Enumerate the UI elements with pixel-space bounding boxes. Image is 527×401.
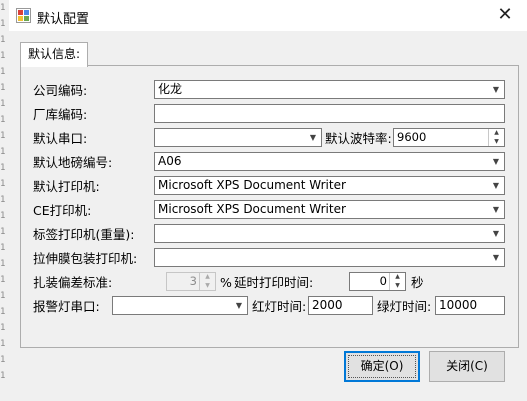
alarm-port-label: 报警灯串口: [33, 299, 100, 314]
gutter-line: 1 [0, 19, 6, 29]
chevron-down-icon[interactable]: ▼ [491, 201, 501, 218]
gutter-line: 1 [0, 275, 6, 285]
chevron-down-icon[interactable]: ▼ [491, 225, 501, 242]
ce-printer-value: Microsoft XPS Document Writer [158, 202, 346, 216]
ce-printer-combo[interactable]: Microsoft XPS Document Writer ▼ [154, 200, 505, 219]
print-delay-spin-buttons[interactable]: ▲ ▼ [389, 273, 405, 290]
scale-no-combo[interactable]: A06 ▼ [154, 152, 505, 171]
gutter-line: 1 [0, 227, 6, 237]
tolerance-unit: % [220, 275, 232, 290]
spin-up-icon[interactable]: ▲ [489, 129, 504, 137]
tolerance-spin-buttons[interactable]: ▲ ▼ [199, 273, 215, 290]
tolerance-label: 扎装偏差标准: [33, 275, 113, 290]
scale-no-label: 默认地磅编号: [33, 155, 113, 170]
baud-rate-spin-buttons[interactable]: ▲ ▼ [488, 129, 504, 146]
editor-gutter: 1 1 1 1 1 1 1 1 1 1 1 1 1 1 1 1 1 1 1 1 … [0, 0, 9, 401]
label-printer-combo[interactable]: ▼ [154, 224, 505, 243]
baud-rate-stepper[interactable]: 9600 ▲ ▼ [393, 128, 505, 147]
warehouse-code-input[interactable] [154, 104, 505, 123]
chevron-down-icon[interactable]: ▼ [308, 129, 318, 146]
spin-down-icon[interactable]: ▼ [489, 138, 504, 146]
scale-no-value: A06 [158, 154, 182, 168]
serial-port-label: 默认串口: [33, 131, 88, 146]
gutter-line: 1 [0, 83, 6, 93]
green-light-input[interactable]: 10000 [435, 296, 505, 315]
baud-rate-value: 9600 [397, 130, 427, 144]
chevron-down-icon[interactable]: ▼ [234, 297, 244, 314]
settings-dialog: 默认配置 ✕ 默认信息: 公司编码: 化龙 ▼ 厂库编码: 默认串口: ▼ 默认… [9, 0, 527, 401]
gutter-line: 1 [0, 35, 6, 45]
green-light-value: 10000 [439, 298, 478, 312]
title-bar[interactable]: 默认配置 ✕ [9, 0, 527, 31]
ok-button[interactable]: 确定(O) [344, 351, 420, 382]
gutter-line: 1 [0, 51, 6, 61]
print-delay-stepper[interactable]: 0 ▲ ▼ [349, 272, 406, 291]
gutter-line: 1 [0, 195, 6, 205]
company-code-combo[interactable]: 化龙 ▼ [154, 80, 505, 99]
spin-down-icon[interactable]: ▼ [390, 282, 405, 290]
chevron-down-icon[interactable]: ▼ [491, 249, 501, 266]
print-delay-label: 延时打印时间: [234, 275, 314, 290]
green-light-label: 绿灯时间: [377, 299, 432, 314]
spin-down-icon[interactable]: ▼ [200, 282, 215, 290]
printer-label: 默认打印机: [33, 179, 100, 194]
cancel-button[interactable]: 关闭(C) [429, 351, 505, 382]
tolerance-stepper[interactable]: 3 ▲ ▼ [166, 272, 216, 291]
app-icon [16, 8, 31, 23]
company-code-value: 化龙 [158, 82, 183, 96]
chevron-down-icon[interactable]: ▼ [491, 153, 501, 170]
gutter-line: 1 [0, 371, 6, 381]
spin-up-icon[interactable]: ▲ [390, 273, 405, 281]
tolerance-value: 3 [189, 274, 197, 288]
gutter-line: 1 [0, 211, 6, 221]
gutter-line: 1 [0, 259, 6, 269]
gutter-line: 1 [0, 67, 6, 77]
printer-combo[interactable]: Microsoft XPS Document Writer ▼ [154, 176, 505, 195]
serial-port-combo[interactable]: ▼ [154, 128, 322, 147]
chevron-down-icon[interactable]: ▼ [491, 81, 501, 98]
print-delay-value: 0 [379, 274, 387, 288]
gutter-line: 1 [0, 163, 6, 173]
gutter-line: 1 [0, 99, 6, 109]
gutter-line: 1 [0, 131, 6, 141]
spin-up-icon[interactable]: ▲ [200, 273, 215, 281]
ce-printer-label: CE打印机: [33, 203, 92, 218]
red-light-value: 2000 [312, 298, 343, 312]
stretch-printer-combo[interactable]: ▼ [154, 248, 505, 267]
gutter-line: 1 [0, 179, 6, 189]
label-printer-label: 标签打印机(重量): [33, 227, 135, 242]
tab-page-default-info: 公司编码: 化龙 ▼ 厂库编码: 默认串口: ▼ 默认波特率: 9600 ▲ ▼… [20, 65, 519, 348]
ok-button-label: 确定(O) [360, 359, 404, 373]
tab-default-info[interactable]: 默认信息: [20, 42, 88, 67]
company-code-label: 公司编码: [33, 83, 88, 98]
gutter-line: 1 [0, 243, 6, 253]
gutter-line: 1 [0, 323, 6, 333]
red-light-input[interactable]: 2000 [308, 296, 373, 315]
gutter-line: 1 [0, 355, 6, 365]
gutter-line: 1 [0, 291, 6, 301]
gutter-line: 1 [0, 307, 6, 317]
red-light-label: 红灯时间: [252, 299, 307, 314]
warehouse-code-label: 厂库编码: [33, 107, 88, 122]
gutter-line: 1 [0, 115, 6, 125]
close-icon[interactable]: ✕ [495, 5, 515, 25]
gutter-line: 1 [0, 339, 6, 349]
print-delay-unit: 秒 [411, 275, 424, 290]
baud-rate-label: 默认波特率: [325, 131, 392, 146]
stretch-printer-label: 拉伸膜包装打印机: [33, 251, 138, 266]
gutter-line: 1 [0, 147, 6, 157]
cancel-button-label: 关闭(C) [446, 359, 488, 373]
printer-value: Microsoft XPS Document Writer [158, 178, 346, 192]
gutter-line: 1 [0, 3, 6, 13]
alarm-port-combo[interactable]: ▼ [112, 296, 248, 315]
chevron-down-icon[interactable]: ▼ [491, 177, 501, 194]
window-title: 默认配置 [37, 12, 90, 27]
